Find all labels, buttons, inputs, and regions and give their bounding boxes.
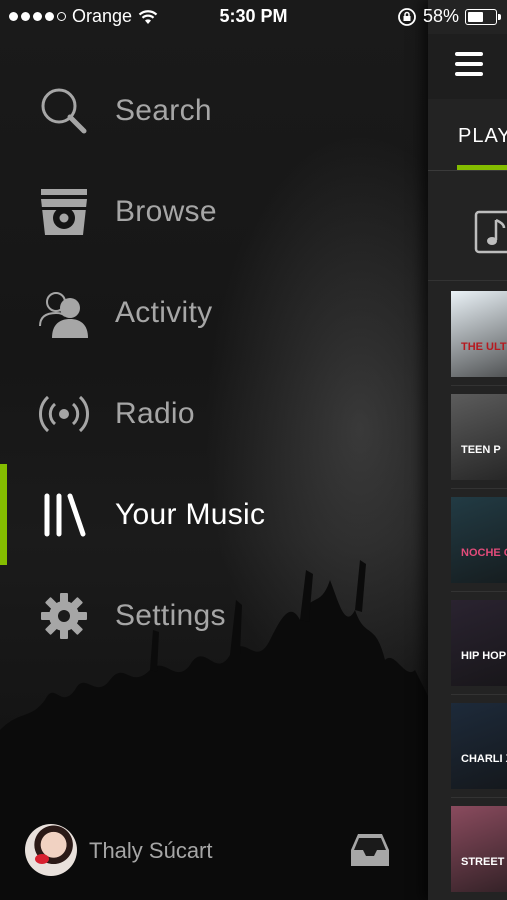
- user-footer: Thaly Súcart: [0, 810, 428, 890]
- gear-icon: [37, 589, 91, 643]
- user-name[interactable]: Thaly Súcart: [89, 838, 213, 864]
- menu-item-your-music[interactable]: Your Music: [0, 464, 428, 565]
- divider: [451, 797, 507, 798]
- menu-item-label: Your Music: [115, 497, 266, 531]
- radio-icon: [37, 387, 91, 441]
- playlist-title: CHARLI XCX: [461, 753, 507, 765]
- music-note-icon: [474, 210, 507, 254]
- divider: [451, 488, 507, 489]
- activity-icon: [37, 286, 91, 340]
- active-indicator: [0, 464, 7, 565]
- menu-item-label: Settings: [115, 598, 226, 632]
- divider: [451, 694, 507, 695]
- playlist-title: TEEN P: [461, 444, 501, 456]
- menu-item-settings[interactable]: Settings: [0, 565, 428, 666]
- playlist-title: HIP HOP PARTY: [461, 650, 507, 662]
- side-menu: Search Browse Activity Radio Your Music: [0, 60, 428, 666]
- playlist-thumbnail[interactable]: NOCHE CHICA: [451, 497, 507, 583]
- menu-item-search[interactable]: Search: [0, 60, 428, 161]
- playlist-title: STREET D: [461, 856, 507, 868]
- main-content-panel[interactable]: PLAY THE ULTIM CHRISTM PLAYLIS TEEN P NOCH…: [428, 0, 507, 900]
- playlist-title: NOCHE CHICA: [461, 547, 507, 559]
- menu-item-activity[interactable]: Activity: [0, 262, 428, 363]
- your-music-icon: [37, 488, 91, 542]
- menu-item-label: Search: [115, 93, 212, 127]
- playlist-thumbnail[interactable]: TEEN P: [451, 394, 507, 480]
- battery-icon: [465, 8, 501, 25]
- status-bar: Orange 5:30 PM 58%: [0, 0, 507, 34]
- menu-item-radio[interactable]: Radio: [0, 363, 428, 464]
- menu-item-label: Activity: [115, 295, 213, 329]
- rotation-lock-icon: [398, 7, 416, 26]
- avatar[interactable]: [25, 824, 77, 876]
- playlist-title: THE ULTIM CHRISTM PLAYLIS: [461, 341, 507, 353]
- menu-item-label: Browse: [115, 194, 217, 228]
- playlist-thumbnail[interactable]: THE ULTIM CHRISTM PLAYLIS: [451, 291, 507, 377]
- playlist-thumbnail[interactable]: STREET D: [451, 806, 507, 892]
- search-icon: [37, 84, 91, 138]
- divider: [428, 170, 507, 171]
- playlist-thumbnail[interactable]: HIP HOP PARTY: [451, 600, 507, 686]
- menu-item-label: Radio: [115, 396, 195, 430]
- inbox-icon[interactable]: [350, 832, 390, 868]
- tab-playlists[interactable]: PLAY: [458, 125, 507, 148]
- divider: [451, 385, 507, 386]
- hamburger-menu-icon[interactable]: [455, 52, 483, 76]
- battery-percent: 58%: [422, 6, 459, 26]
- menu-item-browse[interactable]: Browse: [0, 161, 428, 262]
- divider: [451, 591, 507, 592]
- browse-icon: [37, 185, 91, 239]
- playlist-thumbnail[interactable]: CHARLI XCX: [451, 703, 507, 789]
